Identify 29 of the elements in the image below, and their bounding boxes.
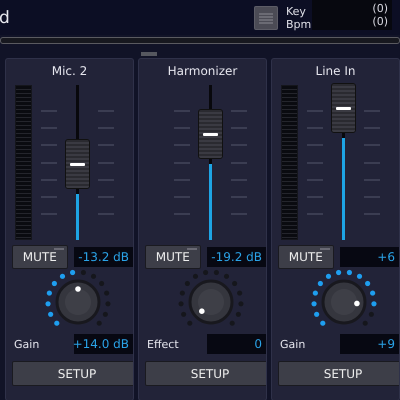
knob-readout: +14.0 dB xyxy=(74,334,133,354)
level-readout: -13.2 dB xyxy=(74,247,133,267)
knob-readout: 0 xyxy=(207,334,266,354)
fader-handle[interactable] xyxy=(331,83,356,133)
setup-button[interactable]: SETUP xyxy=(145,361,266,386)
bpm-label: Bpm xyxy=(286,18,312,30)
knob-label: Gain xyxy=(14,338,40,350)
knob-readout: +9 xyxy=(340,334,399,354)
channel-name: Line In xyxy=(314,64,356,80)
bpm-value: (0) xyxy=(372,15,388,28)
key-value: (0) xyxy=(372,2,388,15)
level-readout: -19.2 dB xyxy=(206,247,266,267)
level-readout: +6 xyxy=(340,247,399,267)
setup-button[interactable]: SETUP xyxy=(278,361,399,386)
list-icon xyxy=(259,12,273,24)
fader-handle[interactable] xyxy=(198,108,223,158)
knob-label: Gain xyxy=(280,338,306,350)
fader-handle[interactable] xyxy=(65,138,90,188)
mute-button[interactable]: MUTE xyxy=(145,245,201,269)
channel-name: Mic. 2 xyxy=(50,64,88,80)
knob-label: Effect xyxy=(147,338,180,350)
mute-button[interactable]: MUTE xyxy=(278,245,334,269)
list-button[interactable] xyxy=(254,6,278,30)
mute-button[interactable]: MUTE xyxy=(12,245,68,269)
key-label: Key xyxy=(286,4,307,18)
window-title: d xyxy=(0,8,10,28)
channel-name: Harmonizer xyxy=(166,64,238,80)
splitter-handle[interactable] xyxy=(141,52,157,56)
setup-button[interactable]: SETUP xyxy=(12,361,133,386)
